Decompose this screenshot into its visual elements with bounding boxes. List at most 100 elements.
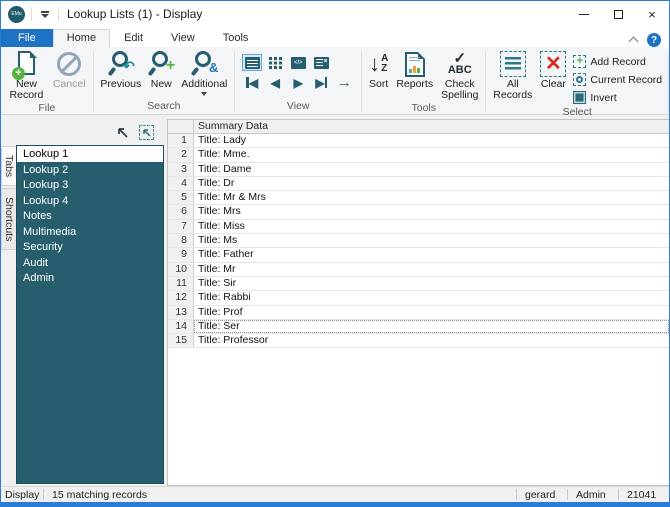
summary-data-header[interactable]: Summary Data: [194, 120, 669, 133]
lookup-list-item[interactable]: Lookup 4: [17, 193, 163, 209]
row-number: 8: [168, 234, 194, 247]
table-row[interactable]: 1Title: Lady: [168, 134, 669, 148]
table-header-row: Summary Data: [168, 120, 669, 134]
search-previous-button[interactable]: ↶ Previous: [96, 49, 145, 91]
table-row[interactable]: 12Title: Rabbi: [168, 291, 669, 305]
status-user: gerard: [517, 489, 567, 501]
close-button[interactable]: ×: [635, 1, 669, 27]
lookup-list-item[interactable]: Lookup 2: [17, 162, 163, 178]
vtab-shortcuts[interactable]: Shortcuts: [1, 188, 16, 250]
first-record-icon: ◀: [246, 77, 258, 89]
goto-record-button[interactable]: →: [334, 74, 354, 91]
invert-selection-button[interactable]: Invert: [570, 89, 665, 106]
help-icon[interactable]: ?: [647, 33, 661, 47]
add-record-button[interactable]: + Add Record: [570, 53, 665, 70]
invert-selection-icon: [573, 91, 586, 104]
list-view-button[interactable]: [242, 54, 262, 71]
status-match-count: 15 matching records: [44, 489, 155, 501]
table-row[interactable]: 2Title: Mme.: [168, 148, 669, 162]
new-record-icon: +: [16, 51, 37, 77]
code-view-button[interactable]: </>: [288, 54, 308, 71]
table-row[interactable]: 5Title: Mr & Mrs: [168, 191, 669, 205]
tab-tools[interactable]: Tools: [209, 29, 263, 47]
pointer-icon[interactable]: [116, 126, 129, 139]
previous-record-button[interactable]: ◀: [265, 74, 285, 91]
reports-button[interactable]: Reports: [392, 49, 437, 91]
current-record-button[interactable]: Current Record: [570, 71, 665, 88]
table-row[interactable]: 14Title: Ser: [168, 320, 669, 334]
left-panel-header: [1, 119, 164, 145]
search-previous-icon: ↶: [109, 51, 133, 77]
collapse-ribbon-icon[interactable]: [630, 36, 638, 44]
table-row[interactable]: 9Title: Father: [168, 248, 669, 262]
group-label-view: View: [238, 100, 358, 114]
cancel-button[interactable]: Cancel: [49, 49, 90, 91]
search-new-button[interactable]: + New: [145, 49, 177, 91]
row-number: 6: [168, 205, 194, 218]
records-table: Summary Data 1Title: Lady2Title: Mme.3Ti…: [167, 119, 669, 486]
lookup-list-item[interactable]: Multimedia: [17, 224, 163, 240]
row-number-header: [168, 120, 194, 133]
details-view-button[interactable]: [311, 54, 331, 71]
row-number: 5: [168, 191, 194, 204]
table-row[interactable]: 8Title: Ms: [168, 234, 669, 248]
app-icon-label: EMu: [11, 11, 21, 17]
table-row[interactable]: 7Title: Miss: [168, 220, 669, 234]
table-row[interactable]: 3Title: Dame: [168, 163, 669, 177]
lookup-list-item[interactable]: Lookup 3: [17, 177, 163, 193]
quick-access-dropdown-icon[interactable]: [38, 11, 52, 18]
group-separator: [668, 51, 669, 112]
all-records-button[interactable]: All Records: [489, 49, 536, 102]
cancel-icon: [57, 52, 81, 76]
next-record-button[interactable]: ▶: [288, 74, 308, 91]
all-records-icon: [500, 51, 526, 77]
lookup-list-item[interactable]: Audit: [17, 255, 163, 271]
row-summary: Title: Mr: [194, 263, 669, 276]
row-number: 9: [168, 248, 194, 261]
left-panel: Tabs Shortcuts Lookup 1Lookup 2Lookup 3L…: [1, 119, 164, 484]
vtab-tabs[interactable]: Tabs: [1, 146, 16, 186]
first-record-button[interactable]: ◀: [242, 74, 262, 91]
table-row[interactable]: 6Title: Mrs: [168, 205, 669, 219]
new-record-button[interactable]: + New Record: [4, 49, 49, 102]
table-row[interactable]: 15Title: Professor: [168, 334, 669, 348]
search-additional-icon: &: [192, 51, 216, 77]
tab-view[interactable]: View: [157, 29, 209, 47]
search-additional-button[interactable]: & Additional: [177, 49, 231, 97]
ribbon-group-search: ↶ Previous + New & Additional: [93, 49, 234, 114]
lookup-list-item[interactable]: Notes: [17, 208, 163, 224]
select-mode-icon[interactable]: [139, 125, 154, 140]
contact-sheet-view-button[interactable]: [265, 54, 285, 71]
ribbon-group-view: </> ◀ ◀ ▶ ▶ → View: [235, 49, 361, 114]
tab-home[interactable]: Home: [53, 29, 110, 47]
status-view-mode: Display: [1, 489, 43, 501]
lookup-list-item[interactable]: Security: [17, 239, 163, 255]
status-group: Admin: [568, 489, 618, 501]
minimize-button[interactable]: [567, 1, 601, 27]
table-row[interactable]: 4Title: Dr: [168, 177, 669, 191]
row-summary: Title: Ser: [194, 320, 669, 333]
row-summary: Title: Professor: [194, 334, 669, 347]
tab-file[interactable]: File: [1, 29, 53, 47]
lookup-list-item[interactable]: Lookup 1: [17, 146, 163, 162]
last-record-button[interactable]: ▶: [311, 74, 331, 91]
sort-button[interactable]: ↓ AZ Sort: [365, 49, 392, 91]
table-row[interactable]: 10Title: Mr: [168, 263, 669, 277]
app-window: EMu Lookup Lists (1) - Display × File Ho…: [0, 0, 670, 507]
window-bottom-edge: [1, 502, 669, 506]
ribbon-tab-row: File Home Edit View Tools ?: [1, 27, 669, 47]
check-spelling-button[interactable]: ✓ ABC Check Spelling: [437, 49, 482, 102]
app-icon[interactable]: EMu: [8, 6, 25, 23]
row-number: 1: [168, 134, 194, 147]
clear-selection-button[interactable]: ✕ Clear: [536, 49, 570, 91]
reports-icon: [405, 52, 425, 77]
main-area: Tabs Shortcuts Lookup 1Lookup 2Lookup 3L…: [1, 115, 669, 486]
lookup-list-item[interactable]: Admin: [17, 270, 163, 286]
title-bar: EMu Lookup Lists (1) - Display ×: [1, 1, 669, 27]
table-row[interactable]: 11Title: Sir: [168, 277, 669, 291]
titlebar-separator: [58, 7, 59, 21]
table-row[interactable]: 13Title: Prof: [168, 306, 669, 320]
previous-record-icon: ◀: [271, 77, 280, 89]
tab-edit[interactable]: Edit: [110, 29, 157, 47]
maximize-button[interactable]: [601, 1, 635, 27]
